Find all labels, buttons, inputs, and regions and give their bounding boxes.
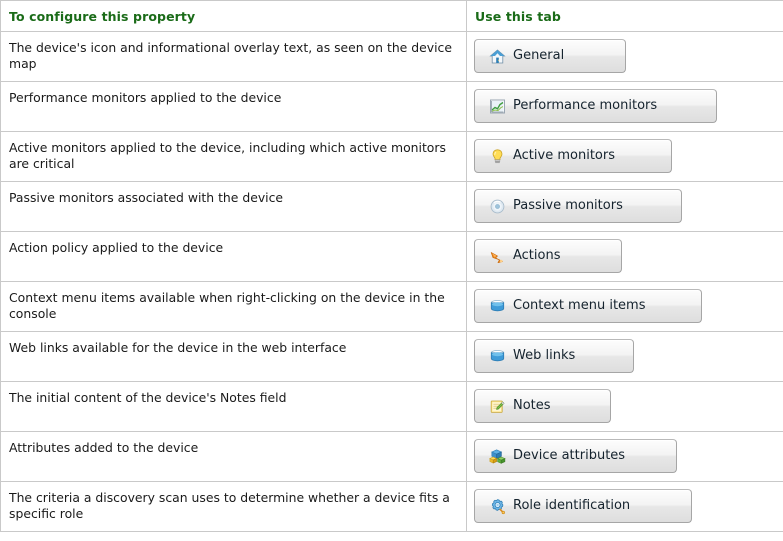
notepad-pencil-icon [490, 400, 505, 413]
property-description: Web links available for the device in th… [9, 340, 347, 355]
tab-button-cell: Context menu items [466, 281, 783, 332]
property-description: Action policy applied to the device [9, 240, 224, 255]
property-description-cell: Context menu items available when right-… [0, 281, 467, 332]
property-description: The initial content of the device's Note… [9, 390, 287, 405]
tab-button-label: Context menu items [513, 298, 646, 313]
table-row: The initial content of the device's Note… [0, 381, 783, 432]
property-description: Attributes added to the device [9, 440, 199, 455]
property-description-cell: Action policy applied to the device [0, 231, 467, 282]
tab-button-cell: Performance monitors [466, 81, 783, 132]
gear-icon [491, 498, 505, 514]
property-description-cell: The initial content of the device's Note… [0, 381, 467, 432]
table-row: Passive monitors associated with the dev… [0, 181, 783, 232]
tab-button-label: General [513, 48, 565, 63]
line-chart-icon [490, 99, 505, 113]
tab-button-cell: Role identification [466, 481, 783, 532]
tab-button-label: Web links [513, 348, 576, 363]
property-description-cell: The device's icon and informational over… [0, 31, 467, 82]
property-description-cell: Attributes added to the device [0, 431, 467, 482]
property-description-cell: Web links available for the device in th… [0, 331, 467, 382]
tab-button-cell: Notes [466, 381, 783, 432]
tab-button-notes[interactable]: Notes [474, 389, 611, 423]
tab-button-label: Notes [513, 398, 551, 413]
column-header-tab: Use this tab [466, 0, 783, 32]
tab-button-passive-monitors[interactable]: Passive monitors [474, 189, 682, 223]
table-row: Action policy applied to the device Acti… [0, 231, 783, 282]
tab-button-label: Actions [513, 248, 561, 263]
table-row: Active monitors applied to the device, i… [0, 131, 783, 182]
tab-button-cell: Web links [466, 331, 783, 382]
column-header-tab-label: Use this tab [475, 9, 561, 24]
property-description-cell: Active monitors applied to the device, i… [0, 131, 467, 182]
property-description: Performance monitors applied to the devi… [9, 90, 282, 105]
house-icon [489, 48, 506, 63]
tab-button-device-attributes[interactable]: Device attributes [474, 439, 677, 473]
table-header-row: To configure this property Use this tab [0, 0, 783, 32]
property-description: The device's icon and informational over… [9, 40, 452, 71]
blue-stack-icon [490, 349, 505, 361]
tab-button-web-links[interactable]: Web links [474, 339, 634, 373]
property-description: Active monitors applied to the device, i… [9, 140, 446, 171]
tab-button-cell: Actions [466, 231, 783, 282]
tab-button-label: Active monitors [513, 148, 615, 163]
property-description: Context menu items available when right-… [9, 290, 445, 321]
table-row: Attributes added to the device Device at… [0, 431, 783, 482]
tab-button-label: Device attributes [513, 448, 626, 463]
tab-button-context-menu-items[interactable]: Context menu items [474, 289, 702, 323]
column-header-property: To configure this property [0, 0, 467, 32]
tab-button-cell: Passive monitors [466, 181, 783, 232]
lightning-arrow-icon [490, 251, 503, 263]
disc-icon [490, 199, 505, 213]
tab-button-actions[interactable]: Actions [474, 239, 622, 273]
colored-cubes-icon [489, 448, 506, 464]
column-header-property-label: To configure this property [9, 9, 196, 24]
lightbulb-icon [492, 148, 503, 163]
table-row: The device's icon and informational over… [0, 31, 783, 82]
tab-button-cell: General [466, 31, 783, 82]
tab-button-cell: Device attributes [466, 431, 783, 482]
table-row: The criteria a discovery scan uses to de… [0, 481, 783, 532]
tab-button-active-monitors[interactable]: Active monitors [474, 139, 672, 173]
property-description-cell: Performance monitors applied to the devi… [0, 81, 467, 132]
table-row: Performance monitors applied to the devi… [0, 81, 783, 132]
tab-button-general[interactable]: General [474, 39, 626, 73]
tab-button-label: Role identification [513, 498, 631, 513]
table-row: Context menu items available when right-… [0, 281, 783, 332]
tab-button-label: Passive monitors [513, 198, 623, 213]
property-description: Passive monitors associated with the dev… [9, 190, 284, 205]
tab-button-cell: Active monitors [466, 131, 783, 182]
property-description: The criteria a discovery scan uses to de… [9, 490, 450, 521]
property-description-cell: The criteria a discovery scan uses to de… [0, 481, 467, 532]
configuration-reference-table: To configure this property Use this tab … [0, 0, 783, 532]
tab-button-role-identification[interactable]: Role identification [474, 489, 692, 523]
blue-stack-icon [490, 299, 505, 311]
property-description-cell: Passive monitors associated with the dev… [0, 181, 467, 232]
table-row: Web links available for the device in th… [0, 331, 783, 382]
tab-button-label: Performance monitors [513, 98, 658, 113]
tab-button-performance-monitors[interactable]: Performance monitors [474, 89, 717, 123]
